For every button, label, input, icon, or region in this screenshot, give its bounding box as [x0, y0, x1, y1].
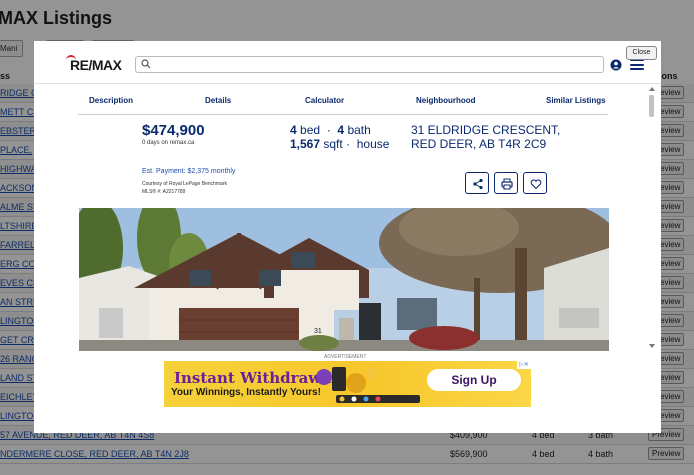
bed-bath-specs: 4 bed · 4 bath	[290, 123, 371, 137]
tab-description[interactable]: Description	[89, 96, 133, 105]
baths-label: bath	[347, 123, 371, 137]
size-type-specs: 1,567 sqft · house	[290, 137, 389, 151]
sqft-label: sqft	[323, 137, 343, 151]
share-icon	[473, 178, 483, 190]
remax-logo[interactable]: RE/MAX	[66, 55, 122, 73]
header-divider	[34, 83, 661, 84]
listing-price: $474,900	[142, 122, 205, 139]
days-on-site: 0 days on remax.ca	[142, 140, 195, 146]
print-icon	[501, 178, 513, 190]
listing-address: 31 ELDRIDGE CRESCENT, RED DEER, AB T4R 2…	[411, 123, 561, 151]
search-input[interactable]	[135, 56, 604, 73]
listing-photo[interactable]: 31	[79, 208, 609, 351]
beds-label: bed	[300, 123, 321, 137]
favorite-button[interactable]	[523, 172, 547, 194]
print-button[interactable]	[494, 172, 518, 194]
house-number: 31	[314, 328, 322, 335]
ad-choices-close-icon[interactable]: ▷✕	[517, 361, 531, 369]
tabs-divider	[78, 114, 608, 115]
ad-sign-up-button[interactable]: Sign Up	[427, 369, 521, 391]
baths-count: 4	[337, 123, 345, 137]
listing-preview-modal: RE/MAX Description Details Calculator Ne…	[34, 41, 661, 433]
hamburger-menu-icon[interactable]	[630, 59, 644, 70]
estimated-payment-link[interactable]: Est. Payment: $2,375 monthly	[142, 168, 235, 175]
modal-scrollbar[interactable]	[648, 87, 656, 349]
ad-banner[interactable]: Instant Withdrawals Your Winnings, Insta…	[164, 361, 531, 407]
tab-calculator[interactable]: Calculator	[305, 96, 344, 105]
beds-count: 4	[290, 123, 297, 137]
heart-icon	[530, 179, 542, 190]
listing-courtesy: Courtesy of Royal LePage Benchmark	[142, 181, 228, 187]
ad-subline: Your Winnings, Instantly Yours!	[171, 387, 321, 398]
separator-dot: ·	[346, 137, 354, 151]
scroll-thumb[interactable]	[649, 95, 654, 117]
tab-similar-listings[interactable]: Similar Listings	[546, 96, 606, 105]
mls-number: MLS® #: A2217789	[142, 189, 186, 195]
tab-details[interactable]: Details	[205, 96, 231, 105]
scroll-down-arrow-icon[interactable]	[649, 344, 655, 348]
scroll-up-arrow-icon[interactable]	[649, 87, 655, 91]
balloon-logo-mark	[66, 55, 76, 61]
tab-neighbourhood[interactable]: Neighbourhood	[416, 96, 476, 105]
share-button[interactable]	[465, 172, 489, 194]
search-icon	[141, 59, 151, 69]
property-type: house	[356, 137, 390, 151]
user-account-icon[interactable]	[610, 59, 622, 71]
separator-dot: ·	[323, 123, 335, 137]
ad-coins-graphic	[316, 367, 420, 403]
advertisement-label: ADVERTISEMENT	[324, 354, 367, 360]
logo-text: RE/MAX	[70, 57, 122, 73]
close-modal-button[interactable]: Close	[626, 46, 657, 60]
sqft-count: 1,567	[290, 137, 321, 151]
